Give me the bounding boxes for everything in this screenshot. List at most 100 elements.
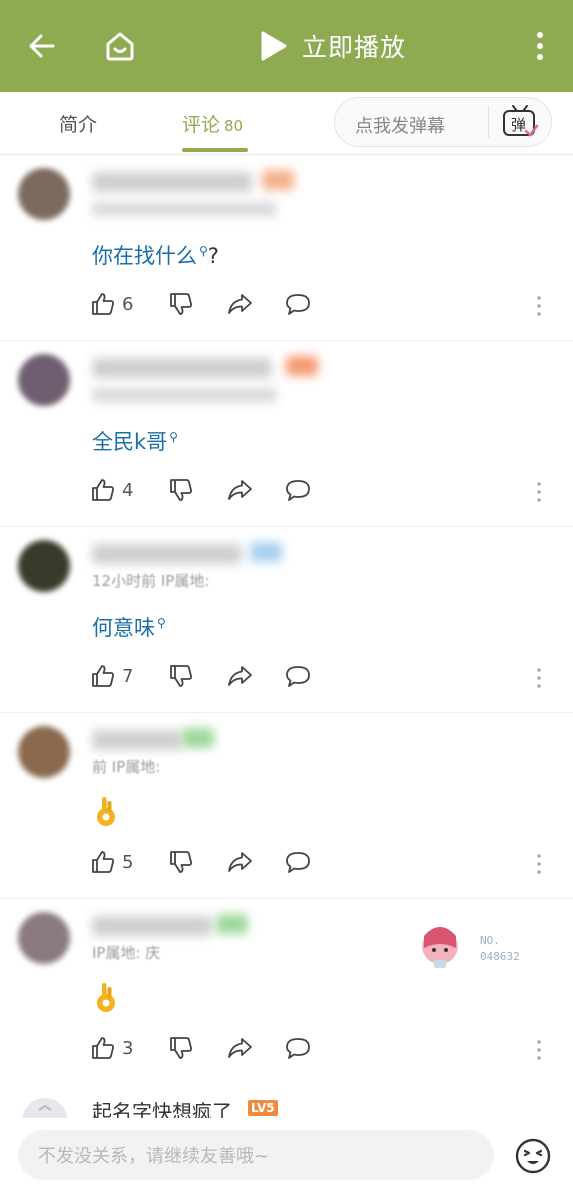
danmaku-icon-text: 弹 bbox=[511, 116, 526, 134]
share-icon bbox=[228, 1038, 252, 1058]
like-count: 7 bbox=[122, 665, 134, 687]
comment-item: 你在找什么 ⚲? 6 bbox=[0, 154, 573, 341]
top-bar: 立即播放 bbox=[0, 0, 573, 92]
username[interactable] bbox=[92, 730, 182, 750]
fan-badge-no-label: NO. bbox=[480, 934, 500, 947]
comment-input-wrapper bbox=[18, 1130, 494, 1182]
reply-button[interactable] bbox=[284, 290, 312, 318]
reply-button[interactable] bbox=[284, 662, 312, 690]
share-button[interactable] bbox=[226, 290, 254, 318]
fan-badge-number: 048632 bbox=[480, 950, 520, 963]
username[interactable] bbox=[92, 172, 252, 192]
comment-item: 前 IP属地: 5 bbox=[0, 712, 573, 899]
like-button[interactable]: 3 bbox=[90, 1034, 133, 1062]
avatar[interactable] bbox=[18, 168, 70, 220]
search-icon: ⚲ bbox=[157, 616, 166, 630]
danmaku-input[interactable]: 点我发弹幕 弹 bbox=[334, 97, 552, 147]
avatar[interactable] bbox=[18, 540, 70, 592]
like-count: 5 bbox=[122, 851, 134, 873]
thumbs-down-icon bbox=[170, 479, 192, 501]
username[interactable] bbox=[92, 916, 212, 936]
share-button[interactable] bbox=[226, 848, 254, 876]
like-button[interactable]: 6 bbox=[90, 290, 133, 318]
comment-input[interactable] bbox=[36, 1130, 480, 1182]
thumbs-down-icon bbox=[170, 851, 192, 873]
level-badge bbox=[286, 356, 318, 376]
comment-text[interactable]: 你在找什么 ⚲? bbox=[92, 240, 219, 270]
more-options-icon[interactable] bbox=[532, 480, 546, 504]
default-avatar-icon bbox=[38, 1104, 52, 1111]
play-now-label: 立即播放 bbox=[302, 33, 407, 62]
ok-hand-emoji-icon bbox=[97, 797, 115, 826]
comment-text-link[interactable]: 何意味 bbox=[92, 616, 155, 640]
dislike-button[interactable] bbox=[168, 290, 194, 318]
share-icon bbox=[228, 480, 252, 500]
thumbs-down-icon bbox=[170, 665, 192, 687]
comment-text[interactable]: 何意味 ⚲ bbox=[92, 612, 166, 642]
like-button[interactable]: 4 bbox=[90, 476, 133, 504]
reply-button[interactable] bbox=[284, 848, 312, 876]
like-count: 6 bbox=[122, 293, 134, 315]
back-arrow-icon[interactable] bbox=[18, 22, 66, 70]
comment-text[interactable]: 全民k哥 ⚲ bbox=[92, 426, 178, 456]
danmaku-toggle-icon[interactable]: 弹 bbox=[501, 104, 539, 140]
comment-bubble-icon bbox=[286, 852, 310, 873]
play-now-button[interactable]: 立即播放 bbox=[258, 24, 406, 68]
dislike-button[interactable] bbox=[168, 476, 194, 504]
avatar[interactable] bbox=[18, 726, 70, 778]
dislike-button[interactable] bbox=[168, 662, 194, 690]
reply-button[interactable] bbox=[284, 1034, 312, 1062]
username[interactable] bbox=[92, 544, 242, 564]
reply-button[interactable] bbox=[284, 476, 312, 504]
share-button[interactable] bbox=[226, 476, 254, 504]
share-icon bbox=[228, 852, 252, 872]
share-icon bbox=[228, 666, 252, 686]
share-button[interactable] bbox=[226, 662, 254, 690]
comment-item: 12小时前 IP属地: 何意味 ⚲ 7 bbox=[0, 526, 573, 713]
username[interactable] bbox=[92, 358, 272, 378]
comment-meta bbox=[92, 202, 277, 216]
tab-comments-count: 80 bbox=[224, 117, 244, 135]
comment-text-link[interactable]: 你在找什么 bbox=[92, 244, 197, 268]
level-badge bbox=[182, 728, 214, 748]
more-options-icon[interactable] bbox=[532, 294, 546, 318]
comment-actions: 6 bbox=[90, 290, 350, 320]
more-vertical-icon[interactable] bbox=[516, 22, 564, 70]
emoji-picker-icon[interactable] bbox=[514, 1137, 552, 1175]
share-button[interactable] bbox=[226, 1034, 254, 1062]
comment-text-link[interactable]: 全民k哥 bbox=[92, 430, 167, 454]
thumbs-down-icon bbox=[170, 1037, 192, 1059]
tab-comments-label: 评论 bbox=[182, 114, 221, 136]
like-count: 3 bbox=[122, 1037, 134, 1059]
comment-meta: IP属地: 庆 bbox=[92, 944, 161, 962]
thumbs-up-icon bbox=[92, 293, 114, 315]
comment-actions: 7 bbox=[90, 662, 350, 692]
avatar[interactable] bbox=[18, 354, 70, 406]
tab-intro[interactable]: 简介 bbox=[59, 110, 97, 137]
dislike-button[interactable] bbox=[168, 1034, 194, 1062]
thumbs-up-icon bbox=[92, 851, 114, 873]
tab-comments[interactable]: 评论 80 bbox=[182, 110, 243, 137]
comment-actions: 5 bbox=[90, 848, 350, 878]
search-icon: ⚲ bbox=[169, 430, 178, 444]
partial-username[interactable]: 起名字快想疯了 bbox=[92, 1096, 232, 1118]
like-button[interactable]: 7 bbox=[90, 662, 133, 690]
more-options-icon[interactable] bbox=[532, 666, 546, 690]
fan-badge-sticker: NO. 048632 bbox=[422, 927, 520, 968]
like-button[interactable]: 5 bbox=[90, 848, 133, 876]
comment-bubble-icon bbox=[286, 480, 310, 501]
avatar[interactable] bbox=[18, 912, 70, 964]
thumbs-up-icon bbox=[92, 665, 114, 687]
search-icon: ⚲ bbox=[199, 244, 208, 258]
dislike-button[interactable] bbox=[168, 848, 194, 876]
home-icon[interactable] bbox=[96, 22, 144, 70]
more-options-icon[interactable] bbox=[532, 1038, 546, 1062]
comment-bubble-icon bbox=[286, 666, 310, 687]
comment-meta bbox=[92, 388, 277, 402]
comment-composer bbox=[0, 1118, 573, 1198]
tab-intro-label: 简介 bbox=[59, 114, 98, 136]
share-icon bbox=[228, 294, 252, 314]
more-options-icon[interactable] bbox=[532, 852, 546, 876]
avatar[interactable] bbox=[22, 1098, 68, 1118]
ok-hand-emoji-icon bbox=[97, 983, 115, 1012]
